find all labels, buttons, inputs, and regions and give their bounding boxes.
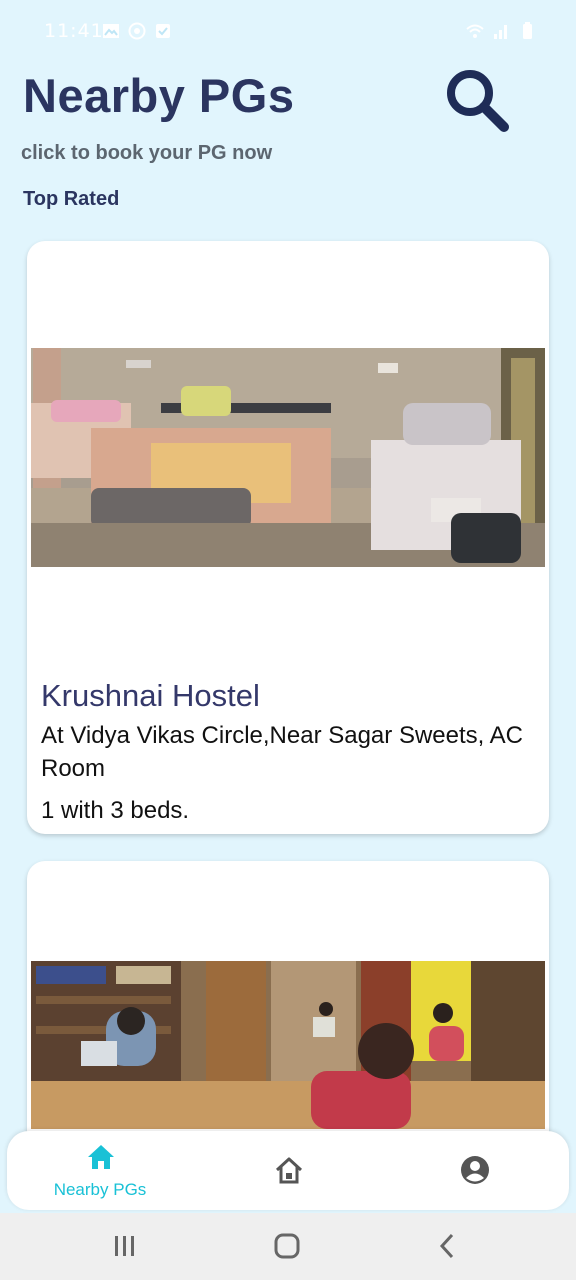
home-icon <box>88 1145 114 1169</box>
nav-item-pg-house[interactable] <box>265 1131 315 1210</box>
nav-item-profile[interactable] <box>451 1131 501 1210</box>
account-icon <box>461 1156 489 1184</box>
home-circle-icon[interactable] <box>272 1231 302 1261</box>
status-bar: 11:41 <box>0 0 576 64</box>
signal-icon <box>494 25 507 39</box>
wifi-icon <box>466 24 484 38</box>
nav-label-nearby-pgs: Nearby PGs <box>53 1180 147 1199</box>
listing-rooms: 1 with 3 beds. <box>41 797 190 824</box>
battery-icon <box>523 22 532 39</box>
page-subtitle: click to book your PG now <box>21 142 273 164</box>
page-title: Nearby PGs <box>23 69 295 122</box>
status-time: 11:41 <box>44 20 104 42</box>
hostel-study-room-photo <box>31 961 545 1129</box>
nav-item-nearby-pgs[interactable]: Nearby PGs <box>43 1131 157 1210</box>
pg-listing-card[interactable]: Krushnai Hostel At Vidya Vikas Circle,Ne… <box>27 241 549 834</box>
search-icon <box>447 70 509 132</box>
search-button[interactable] <box>440 66 512 136</box>
bottom-navigation: Nearby PGs <box>7 1131 569 1210</box>
status-notification-icons <box>102 22 172 40</box>
recent-apps-icon[interactable] <box>113 1231 137 1261</box>
check-box-icon <box>156 24 170 38</box>
status-system-icons <box>466 22 536 40</box>
back-icon[interactable] <box>436 1231 460 1261</box>
listing-address: At Vidya Vikas Circle,Near Sagar Sweets,… <box>41 722 523 782</box>
system-navigation-bar <box>0 1213 576 1280</box>
listing-name: Krushnai Hostel <box>41 678 260 713</box>
section-heading-top-rated: Top Rated <box>23 188 120 210</box>
whatsapp-icon <box>128 22 146 40</box>
hostel-bedroom-photo <box>31 348 545 567</box>
house-pg-icon <box>275 1157 303 1184</box>
gallery-icon <box>103 24 119 38</box>
